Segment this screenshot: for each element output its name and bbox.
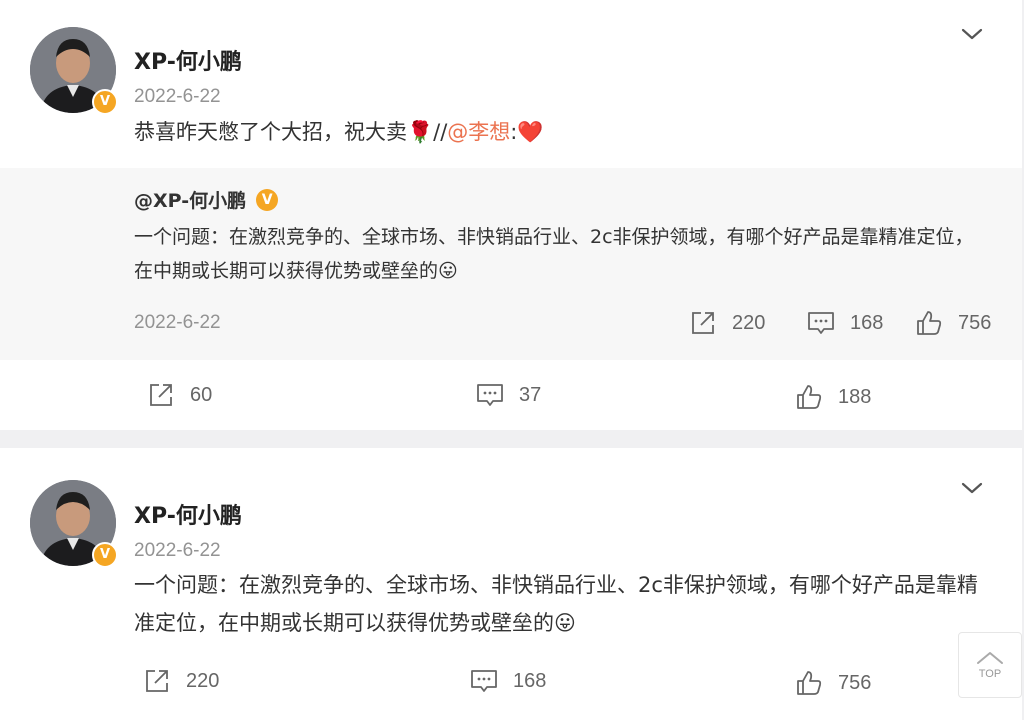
like-count: 188	[838, 385, 872, 408]
verified-badge-icon: V	[256, 188, 279, 211]
chevron-down-icon[interactable]	[960, 480, 984, 496]
share-count: 220	[186, 669, 220, 692]
share-count: 220	[732, 311, 766, 334]
comment-count: 37	[519, 383, 542, 406]
post-card: V XP-何小鹏 2022-6-22 一个问题：在激烈竞争的、全球市场、非快销品…	[0, 448, 1022, 720]
comment-icon	[477, 384, 503, 406]
avatar[interactable]: V	[30, 27, 118, 115]
username[interactable]: XP-何小鹏	[134, 44, 242, 76]
post-text: 恭喜昨天憋了个大招，祝大卖🌹//@李想:❤️	[134, 113, 982, 151]
like-icon	[797, 385, 822, 409]
avatar[interactable]: V	[30, 480, 118, 568]
comment-button[interactable]: 37	[475, 380, 541, 410]
like-count: 756	[958, 311, 992, 334]
repost-like-button[interactable]: 756	[914, 308, 991, 338]
mention-link[interactable]: @李想	[447, 120, 510, 144]
comment-icon	[471, 670, 497, 692]
username[interactable]: XP-何小鹏	[134, 498, 242, 530]
post-text: 一个问题：在激烈竞争的、全球市场、非快销品行业、2c非保护领域，有哪个好产品是靠…	[134, 573, 978, 635]
repost-text: 一个问题：在激烈竞争的、全球市场、非快销品行业、2c非保护领域，有哪个好产品是靠…	[134, 226, 974, 282]
comment-count: 168	[513, 669, 547, 692]
share-count: 60	[190, 383, 213, 406]
post-text-main: 恭喜昨天憋了个大招，祝大卖🌹//	[134, 120, 448, 144]
like-icon	[797, 671, 822, 695]
verified-badge-icon: V	[92, 542, 118, 568]
like-icon	[917, 311, 942, 335]
share-icon	[150, 384, 172, 406]
back-to-top-button[interactable]: TOP	[958, 632, 1022, 698]
repost-date[interactable]: 2022-6-22	[134, 312, 221, 334]
repost-share-button[interactable]: 220	[688, 308, 765, 338]
share-button[interactable]: 220	[142, 666, 219, 696]
repost-username[interactable]: @XP-何小鹏	[134, 186, 246, 213]
repost-username-row: @XP-何小鹏 V	[134, 186, 279, 213]
comment-count: 168	[850, 311, 884, 334]
comment-button[interactable]: 168	[469, 666, 546, 696]
post-text-tail: :❤️	[510, 120, 544, 144]
share-button[interactable]: 60	[146, 380, 212, 410]
verified-badge-icon: V	[92, 89, 118, 115]
back-to-top-label: TOP	[978, 668, 1002, 680]
post-card: V XP-何小鹏 2022-6-22 恭喜昨天憋了个大招，祝大卖🌹//@李想:❤…	[0, 0, 1022, 430]
share-icon	[146, 670, 168, 692]
share-icon	[692, 312, 714, 334]
like-button[interactable]: 188	[794, 382, 871, 412]
post-date[interactable]: 2022-6-22	[134, 86, 221, 108]
like-button[interactable]: 756	[794, 668, 871, 698]
repost-comment-button[interactable]: 168	[806, 308, 883, 338]
comment-icon	[808, 312, 834, 334]
reposted-content[interactable]: @XP-何小鹏 V 一个问题：在激烈竞争的、全球市场、非快销品行业、2c非保护领…	[0, 168, 1022, 360]
chevron-down-icon[interactable]	[960, 26, 984, 42]
post-date[interactable]: 2022-6-22	[134, 540, 221, 562]
chevron-up-icon	[977, 652, 1003, 664]
like-count: 756	[838, 671, 872, 694]
